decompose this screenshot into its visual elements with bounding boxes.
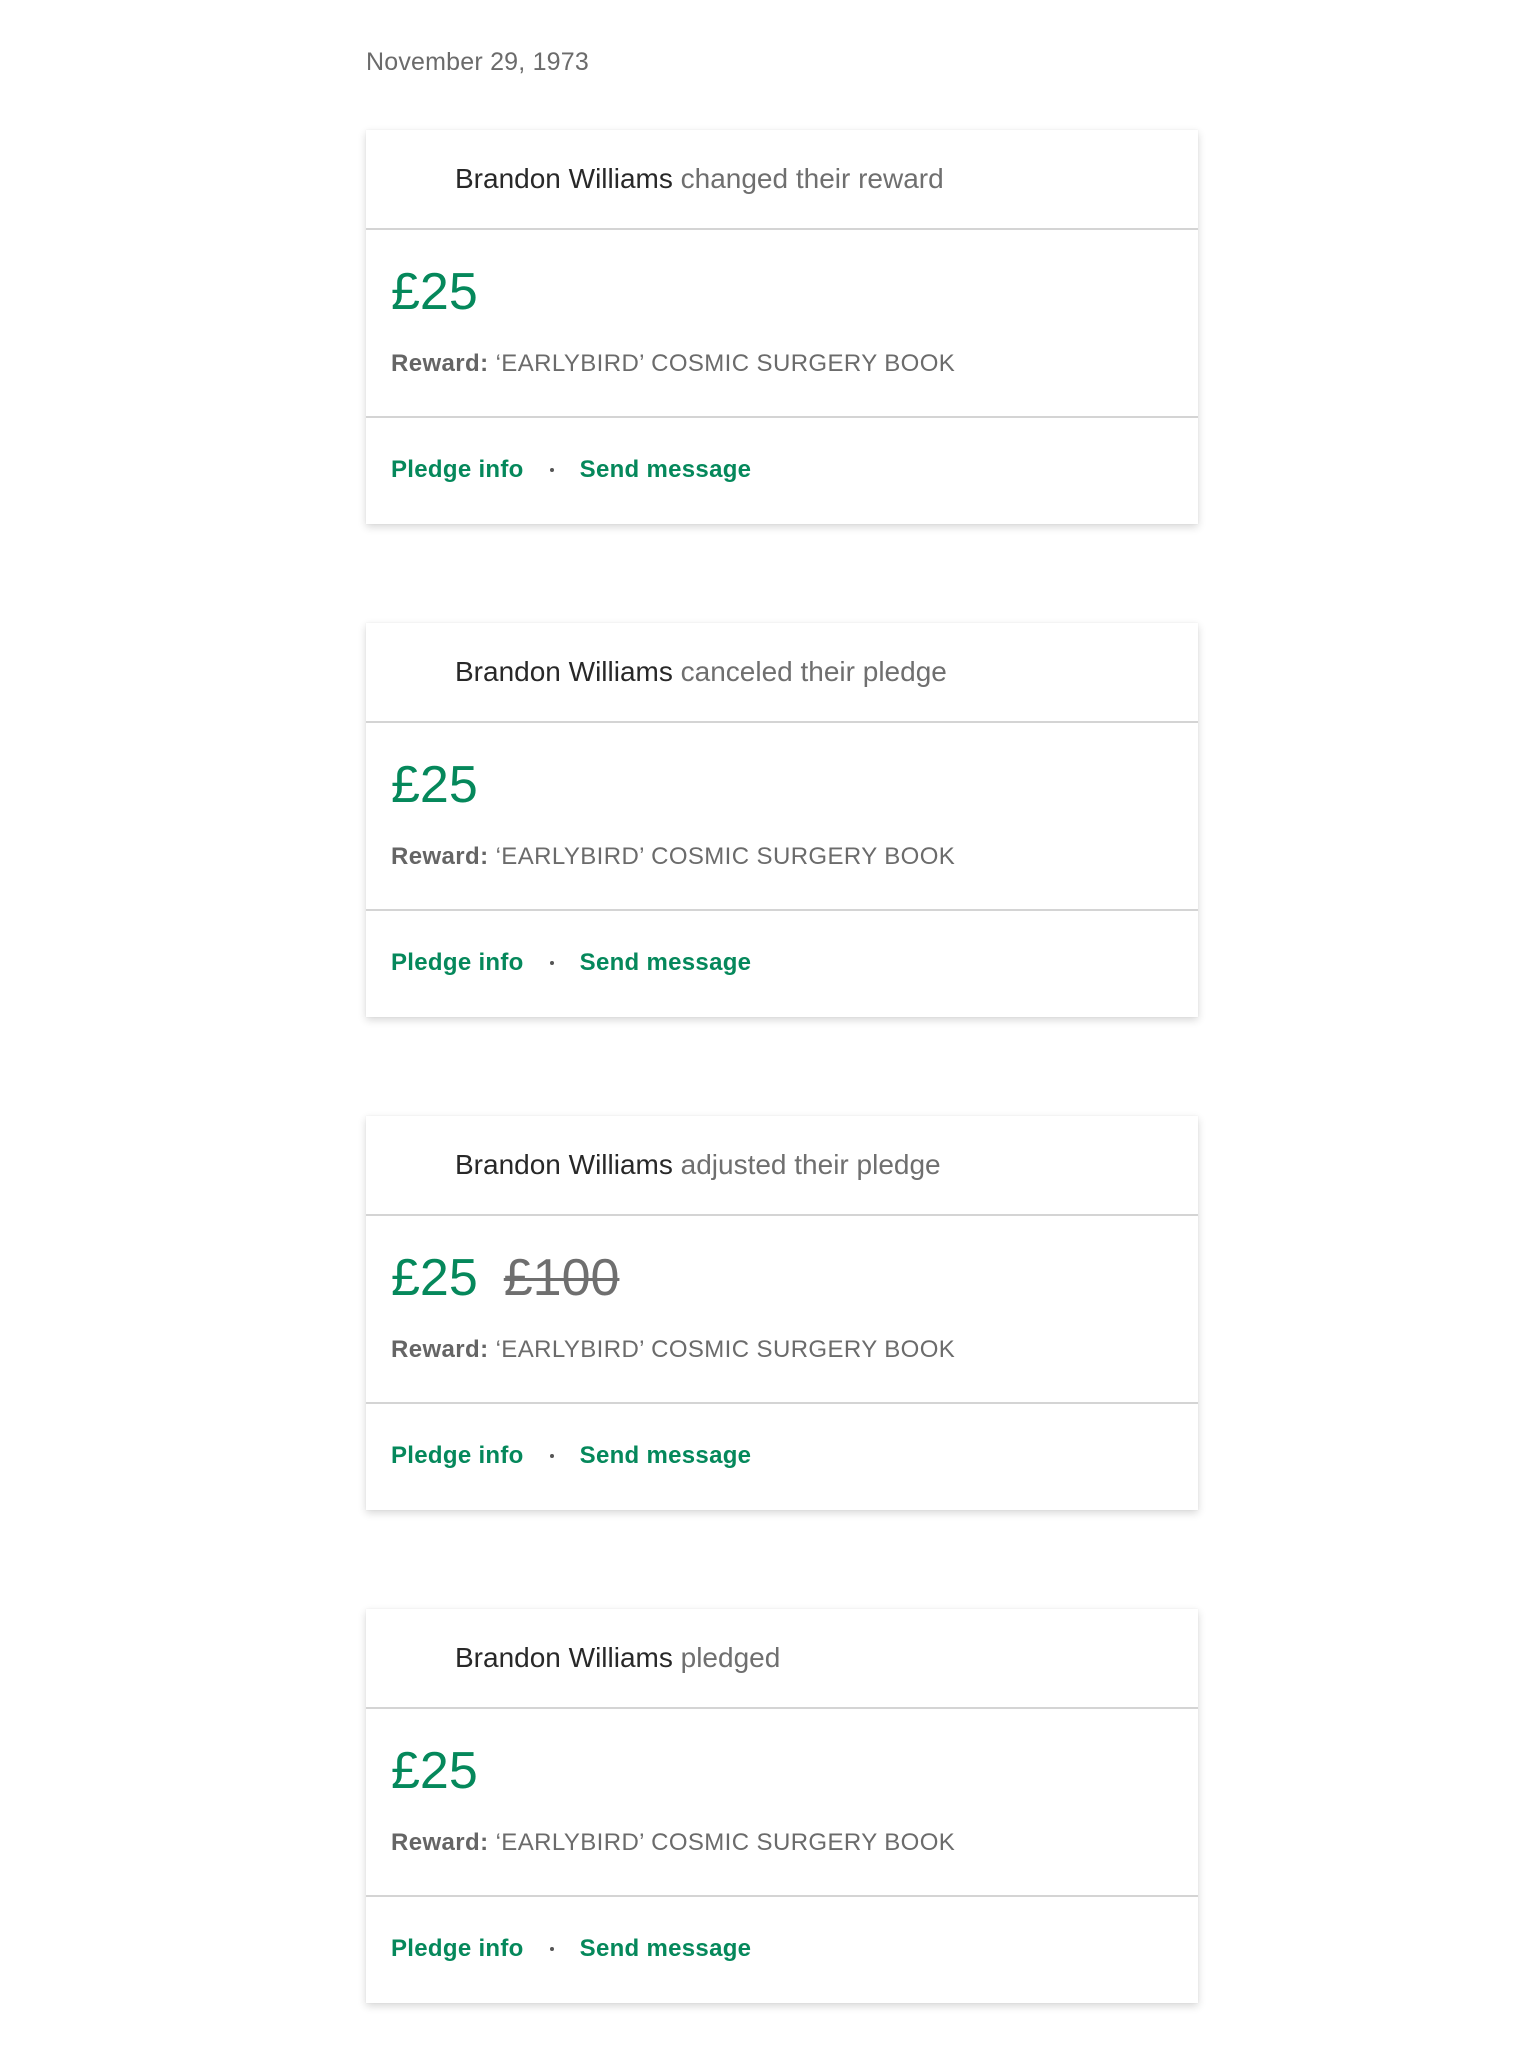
activity-card: Brandon Williams pledged £25 Reward: ‘EA… bbox=[366, 1609, 1198, 2003]
pledge-amount: £25 bbox=[391, 1249, 478, 1307]
card-header: Brandon Williams adjusted their pledge bbox=[366, 1116, 1198, 1216]
send-message-link[interactable]: Send message bbox=[580, 949, 752, 977]
card-footer: Pledge info Send message bbox=[366, 418, 1198, 522]
amount-row: £25 bbox=[391, 266, 478, 318]
previous-pledge-amount: £100 bbox=[503, 1249, 620, 1307]
reward-label: Reward: bbox=[391, 350, 489, 377]
activity-feed: November 29, 1973 Brandon Williams chang… bbox=[0, 0, 1536, 2048]
card-header: Brandon Williams pledged bbox=[366, 1609, 1198, 1709]
activity-action: changed their reward bbox=[680, 163, 944, 194]
reward-value: ‘EARLYBIRD’ COSMIC SURGERY BOOK bbox=[495, 843, 956, 870]
reward-row: Reward: ‘EARLYBIRD’ COSMIC SURGERY BOOK bbox=[391, 1829, 955, 1857]
backer-name[interactable]: Brandon Williams bbox=[455, 1149, 673, 1181]
pledge-amount: £25 bbox=[391, 1742, 478, 1800]
separator-dot bbox=[549, 468, 554, 472]
card-body: £25 Reward: ‘EARLYBIRD’ COSMIC SURGERY B… bbox=[366, 230, 1198, 418]
reward-value: ‘EARLYBIRD’ COSMIC SURGERY BOOK bbox=[495, 1829, 956, 1856]
date-header: November 29, 1973 bbox=[366, 48, 589, 76]
send-message-link[interactable]: Send message bbox=[580, 1442, 752, 1470]
separator-dot bbox=[549, 961, 554, 965]
send-message-link[interactable]: Send message bbox=[580, 456, 752, 484]
card-header: Brandon Williams canceled their pledge bbox=[366, 623, 1198, 723]
reward-row: Reward: ‘EARLYBIRD’ COSMIC SURGERY BOOK bbox=[391, 843, 955, 871]
pledge-info-link[interactable]: Pledge info bbox=[391, 1935, 524, 1963]
pledge-info-link[interactable]: Pledge info bbox=[391, 456, 524, 484]
card-footer: Pledge info Send message bbox=[366, 1897, 1198, 2001]
separator-dot bbox=[549, 1947, 554, 1951]
card-footer: Pledge info Send message bbox=[366, 1404, 1198, 1508]
activity-action: adjusted their pledge bbox=[680, 1149, 941, 1180]
amount-row: £25 £100 bbox=[391, 1252, 619, 1304]
reward-label: Reward: bbox=[391, 1336, 489, 1363]
reward-value: ‘EARLYBIRD’ COSMIC SURGERY BOOK bbox=[495, 1336, 956, 1363]
activity-card: Brandon Williams adjusted their pledge £… bbox=[366, 1116, 1198, 1510]
reward-value: ‘EARLYBIRD’ COSMIC SURGERY BOOK bbox=[495, 350, 956, 377]
activity-action: canceled their pledge bbox=[680, 656, 947, 687]
activity-card: Brandon Williams changed their reward £2… bbox=[366, 130, 1198, 524]
pledge-amount: £25 bbox=[391, 756, 478, 814]
activity-card: Brandon Williams canceled their pledge £… bbox=[366, 623, 1198, 1017]
reward-label: Reward: bbox=[391, 1829, 489, 1856]
backer-name[interactable]: Brandon Williams bbox=[455, 1642, 673, 1674]
amount-row: £25 bbox=[391, 759, 478, 811]
pledge-amount: £25 bbox=[391, 263, 478, 321]
separator-dot bbox=[549, 1454, 554, 1458]
reward-row: Reward: ‘EARLYBIRD’ COSMIC SURGERY BOOK bbox=[391, 350, 955, 378]
card-body: £25 Reward: ‘EARLYBIRD’ COSMIC SURGERY B… bbox=[366, 723, 1198, 911]
reward-row: Reward: ‘EARLYBIRD’ COSMIC SURGERY BOOK bbox=[391, 1336, 955, 1364]
send-message-link[interactable]: Send message bbox=[580, 1935, 752, 1963]
amount-row: £25 bbox=[391, 1745, 478, 1797]
pledge-info-link[interactable]: Pledge info bbox=[391, 949, 524, 977]
pledge-info-link[interactable]: Pledge info bbox=[391, 1442, 524, 1470]
backer-name[interactable]: Brandon Williams bbox=[455, 656, 673, 688]
card-body: £25 Reward: ‘EARLYBIRD’ COSMIC SURGERY B… bbox=[366, 1709, 1198, 1897]
card-header: Brandon Williams changed their reward bbox=[366, 130, 1198, 230]
card-footer: Pledge info Send message bbox=[366, 911, 1198, 1015]
card-body: £25 £100 Reward: ‘EARLYBIRD’ COSMIC SURG… bbox=[366, 1216, 1198, 1404]
backer-name[interactable]: Brandon Williams bbox=[455, 163, 673, 195]
reward-label: Reward: bbox=[391, 843, 489, 870]
activity-action: pledged bbox=[680, 1642, 781, 1673]
